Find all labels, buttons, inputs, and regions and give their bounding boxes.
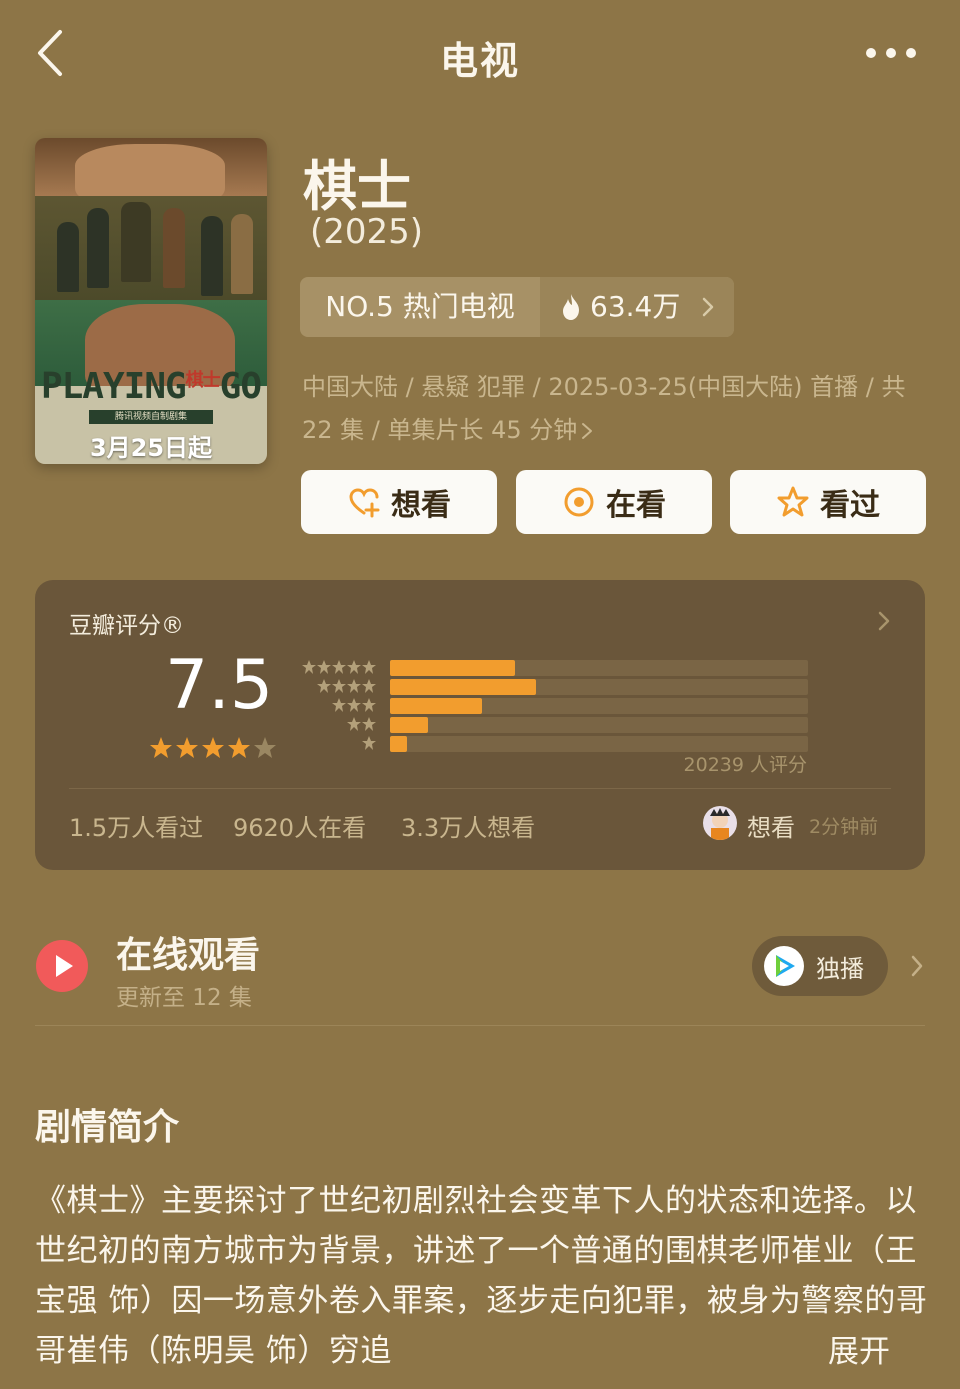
poster-date: 3月25日起 <box>89 434 213 462</box>
distribution-bar-5 <box>390 660 515 676</box>
heat-section[interactable]: 63.4万 <box>540 277 734 337</box>
distribution-stars-4 <box>317 678 377 696</box>
distribution-bar-4 <box>390 679 536 695</box>
synopsis-text: 《棋士》主要探讨了世纪初剧烈社会变革下人的状态和选择。以世纪初的南方城市为背景，… <box>35 1183 928 1369</box>
exclusive-platform-button[interactable]: 独播 <box>752 936 888 996</box>
poster-title-en: PLAYING棋士GO <box>40 366 262 407</box>
expand-button[interactable]: 展开 <box>828 1326 890 1371</box>
poster-subtitle: 腾讯视频自制剧集 <box>89 410 213 424</box>
show-year: (2025) <box>310 212 424 252</box>
rating-score: 7.5 <box>165 646 274 725</box>
distribution-stars-2 <box>347 716 377 734</box>
chevron-right-icon <box>878 611 890 631</box>
rank-label: NO.5 热门电视 <box>325 290 515 323</box>
star-filled-icon <box>228 737 250 758</box>
poster-image[interactable]: PLAYING棋士GO 腾讯视频自制剧集 3月25日起 <box>35 138 267 464</box>
watched-label: 看过 <box>820 488 880 523</box>
show-title: 棋士 <box>303 155 411 218</box>
exclusive-label: 独播 <box>816 954 864 983</box>
rating-card[interactable]: 豆瓣评分® 7.5 20239 人评分 1.5万人看过 9620人在看 3.3万… <box>35 580 925 870</box>
heart-plus-icon <box>349 488 380 518</box>
distribution-stars-3 <box>332 697 377 715</box>
watching-label: 在看 <box>606 488 666 523</box>
distribution-bar-1 <box>390 736 407 752</box>
page-title: 电视 <box>439 39 520 83</box>
tencent-video-icon <box>764 946 804 986</box>
want-label: 想看 <box>391 488 451 523</box>
distribution-stars-5 <box>302 659 377 677</box>
watched-count[interactable]: 1.5万人看过 <box>69 808 203 843</box>
watching-button[interactable]: 在看 <box>516 470 712 534</box>
distribution-stars-1 <box>362 735 377 753</box>
play-icon[interactable] <box>36 940 88 992</box>
star-filled-icon <box>176 737 198 758</box>
chevron-right-icon[interactable] <box>910 954 924 978</box>
star-outline-icon <box>777 486 809 517</box>
rating-count: 20239 人评分 <box>683 754 807 776</box>
watched-button[interactable]: 看过 <box>730 470 926 534</box>
watch-online-title[interactable]: 在线观看 <box>116 926 260 978</box>
more-icon[interactable] <box>862 38 922 68</box>
want-count[interactable]: 3.3万人想看 <box>401 808 535 843</box>
avatar[interactable] <box>703 806 737 840</box>
divider <box>69 788 891 789</box>
show-meta[interactable]: 中国大陆 / 悬疑 犯罪 / 2025-03-25(中国大陆) 首播 / 共 2… <box>302 366 932 452</box>
divider <box>35 1025 925 1026</box>
rating-label: 豆瓣评分® <box>69 613 184 639</box>
poster-title-cn: 棋士 <box>185 370 221 391</box>
flame-icon <box>563 294 579 320</box>
chevron-right-icon <box>582 423 593 439</box>
star-filled-icon <box>150 737 172 758</box>
recent-activity-time: 2分钟前 <box>809 816 879 838</box>
recent-activity-label: 想看 <box>747 814 795 842</box>
target-icon <box>564 487 594 517</box>
rank-badge[interactable]: NO.5 热门电视 63.4万 <box>300 277 734 337</box>
star-filled-icon <box>202 737 224 758</box>
rating-stars <box>149 736 277 760</box>
watch-online-subtitle: 更新至 12 集 <box>116 985 252 1011</box>
distribution-bar-2 <box>390 717 428 733</box>
distribution-track <box>390 717 808 733</box>
chevron-right-icon <box>702 297 714 317</box>
star-empty-icon <box>254 737 276 758</box>
watching-count[interactable]: 9620人在看 <box>233 808 366 843</box>
distribution-bar-3 <box>390 698 482 714</box>
synopsis-title: 剧情简介 <box>35 1107 180 1148</box>
heat-value: 63.4万 <box>590 290 681 323</box>
want-to-watch-button[interactable]: 想看 <box>301 470 497 534</box>
